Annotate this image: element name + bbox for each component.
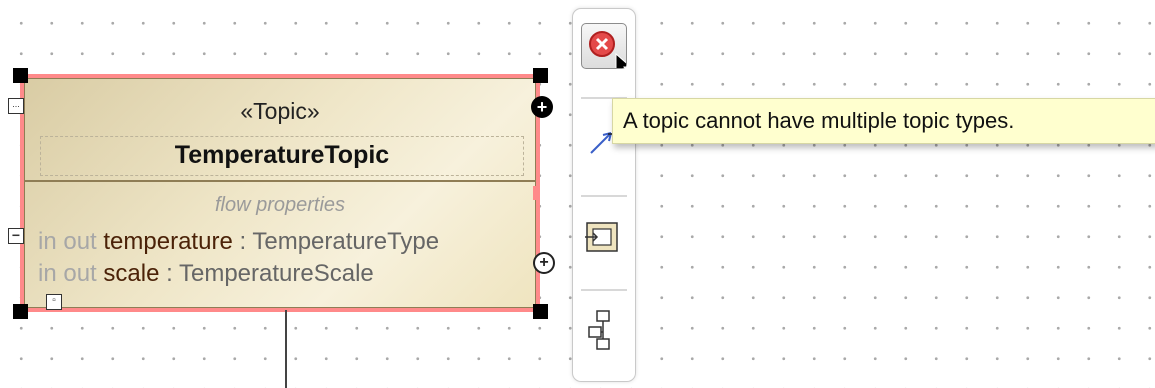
flow-property-row[interactable]: in out temperature : TemperatureType bbox=[38, 228, 439, 256]
topic-block[interactable]: «Topic» TemperatureTopic flow properties… bbox=[20, 74, 540, 312]
compartment-toggle-icon[interactable]: ▫ bbox=[46, 294, 62, 310]
resize-handle-nw[interactable] bbox=[13, 68, 28, 83]
red-error-x-icon bbox=[589, 31, 633, 78]
flow-property-row[interactable]: in out scale : TemperatureScale bbox=[38, 260, 374, 288]
collapse-icon[interactable]: − bbox=[8, 228, 24, 244]
block-name[interactable]: TemperatureTopic bbox=[40, 136, 524, 176]
connector-line[interactable] bbox=[285, 310, 287, 388]
toolbar-separator bbox=[581, 289, 627, 291]
resize-handle-ne[interactable] bbox=[533, 68, 548, 83]
structure-icon bbox=[588, 310, 610, 350]
smart-manipulator-toolbar bbox=[572, 8, 636, 382]
error-button[interactable] bbox=[581, 23, 633, 78]
add-element-icon[interactable]: + bbox=[533, 252, 555, 274]
add-port-icon[interactable]: + bbox=[531, 96, 553, 118]
compartment-title: flow properties bbox=[214, 194, 346, 216]
property-direction: in out bbox=[38, 260, 97, 287]
toolbar-separator bbox=[581, 195, 627, 197]
property-direction: in out bbox=[38, 228, 97, 255]
resize-handle-se[interactable] bbox=[533, 304, 548, 319]
resize-handle-sw[interactable] bbox=[13, 304, 28, 319]
more-options-icon[interactable]: ... bbox=[8, 98, 24, 114]
property-name: temperature bbox=[103, 228, 233, 255]
compartment-divider bbox=[24, 180, 536, 182]
insert-element-icon bbox=[585, 222, 618, 252]
structure-button[interactable] bbox=[581, 307, 625, 351]
property-name: scale bbox=[103, 260, 160, 287]
selection-edge-marker bbox=[533, 186, 539, 200]
error-tooltip: A topic cannot have multiple topic types… bbox=[612, 98, 1155, 144]
property-type: : TemperatureScale bbox=[159, 260, 374, 287]
property-type: : TemperatureType bbox=[232, 228, 440, 255]
block-stereotype: «Topic» bbox=[240, 98, 320, 124]
insert-element-button[interactable] bbox=[581, 215, 625, 259]
